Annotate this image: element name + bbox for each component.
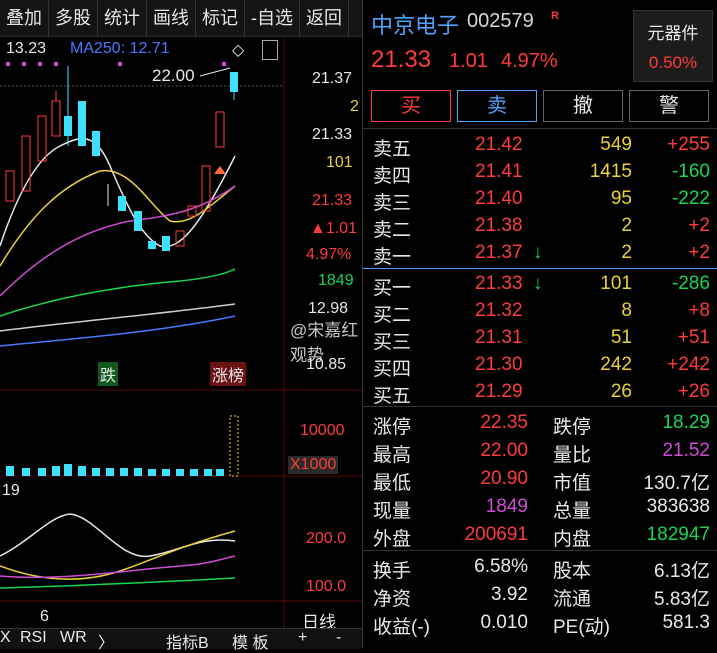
back-button[interactable]: 返回 xyxy=(300,0,349,36)
ask-row-4[interactable]: 卖四 21.41 1415 -160 xyxy=(363,159,717,187)
zoom-in-button[interactable]: + xyxy=(298,629,307,647)
remove-watchlist-button[interactable]: -自选 xyxy=(245,0,300,36)
sell-button[interactable]: 卖 xyxy=(457,90,537,122)
watermark-text: @宋嘉红观势 xyxy=(290,321,359,365)
price-change-pct: 4.97% xyxy=(501,50,558,72)
indicator-line-1 xyxy=(0,513,236,557)
ask-row-5[interactable]: 卖五 21.42 549 +255 xyxy=(363,132,717,160)
limit-up-badge[interactable]: 涨榜 xyxy=(210,362,247,386)
price-change: 1.01 xyxy=(449,50,488,72)
volume-axis-top: 10000 xyxy=(300,422,345,439)
sector-pct: 0.50% xyxy=(648,53,698,72)
alert-button[interactable]: 警 xyxy=(629,90,709,122)
tab-rsi[interactable]: RSI xyxy=(20,629,47,647)
fundamental-row: 净资 3.92 流通 5.83亿 xyxy=(373,584,710,610)
volume-bars xyxy=(6,464,224,476)
indicator-axis-top: 200.0 xyxy=(306,530,347,547)
peak-price-label: 22.00 xyxy=(152,66,195,85)
volume-unit-label: X1000 xyxy=(288,456,339,474)
quote-panel: 中京电子 002579 R 元器件 0.50% 21.33 1.01 4.97%… xyxy=(362,0,717,648)
bid-row-4[interactable]: 买四 21.30 242 +242 xyxy=(363,352,717,380)
zoom-out-button[interactable]: - xyxy=(336,629,341,647)
bid-row-3[interactable]: 买三 21.31 51 +51 xyxy=(363,325,717,353)
axis-price-current: 21.33 xyxy=(312,192,353,209)
axis-bid-vol: 101 xyxy=(326,154,353,171)
fundamental-row: 收益(-) 0.010 PE(动) 581.3 xyxy=(373,612,710,638)
stat-row: 最低 20.90 市值 130.7亿 xyxy=(373,468,710,494)
date-label: 6 xyxy=(40,608,49,625)
axis-change-pct: 4.97% xyxy=(306,246,352,263)
indicator-line-4 xyxy=(0,577,236,589)
axis-current-vol: 1849 xyxy=(318,272,354,289)
ask-row-3[interactable]: 卖三 21.40 95 -222 xyxy=(363,186,717,214)
tab-x[interactable]: X xyxy=(0,629,11,647)
fundamental-row: 换手 6.58% 股本 6.13亿 xyxy=(373,556,710,582)
axis-change: ▲1.01 xyxy=(310,220,357,237)
tab-template[interactable]: 模 板 xyxy=(232,629,268,653)
indicator-line-3 xyxy=(0,555,236,579)
overlay-button[interactable]: 叠加 xyxy=(0,0,49,36)
ma250-line xyxy=(0,315,236,347)
multi-stock-button[interactable]: 多股 xyxy=(49,0,98,36)
axis-ask-vol: 2 xyxy=(350,98,359,115)
axis-bid-price: 21.33 xyxy=(312,126,353,143)
bid-row-1[interactable]: 买一 21.33 ↓ 101 -286 xyxy=(363,271,717,299)
ma20-line xyxy=(0,185,236,297)
draw-line-button[interactable]: 画线 xyxy=(147,0,196,36)
chart-toolbar: 叠加 多股 统计 画线 标记 -自选 返回 xyxy=(0,0,362,37)
stat-row: 外盘 200691 内盘 182947 xyxy=(373,524,710,550)
indicator-left-value: 19 xyxy=(2,482,20,499)
stock-code: 002579 xyxy=(467,10,534,32)
sector-name: 元器件 xyxy=(647,24,699,43)
statistics-button[interactable]: 统计 xyxy=(98,0,147,36)
stat-row: 最高 22.00 量比 21.52 xyxy=(373,440,710,466)
bid-row-5[interactable]: 买五 21.29 26 +26 xyxy=(363,379,717,407)
tab-next[interactable]: 〉 xyxy=(98,629,114,653)
ma250-label: MA250: 12.71 xyxy=(70,40,170,57)
stat-row: 现量 1849 总量 383638 xyxy=(373,496,710,522)
fall-badge[interactable]: 跌 xyxy=(98,362,119,386)
down-arrow-icon: ↓ xyxy=(533,242,543,263)
stat-row: 涨停 22.35 跌停 18.29 xyxy=(373,412,710,438)
diamond-icon[interactable]: ◇ xyxy=(232,40,244,60)
ask-row-2[interactable]: 卖二 21.38 2 +2 xyxy=(363,213,717,241)
stock-name: 中京电子 xyxy=(371,13,460,38)
current-price: 21.33 xyxy=(371,46,432,73)
ask-row-1[interactable]: 卖一 21.37 ↓ 2 +2 xyxy=(363,240,717,268)
panel-toggle-icon[interactable] xyxy=(262,40,278,60)
mark-button[interactable]: 标记 xyxy=(196,0,245,36)
down-arrow-icon: ↓ xyxy=(533,273,543,294)
ma-value-label: 13.23 xyxy=(6,40,47,57)
margin-badge: R xyxy=(551,10,559,22)
indicator-axis-bottom: 100.0 xyxy=(306,578,347,595)
buy-button[interactable]: 买 xyxy=(371,90,451,122)
kline-chart-area[interactable]: 13.23 MA250: 12.71 ◇ 22.00 21.37 2 21.33… xyxy=(0,36,362,652)
cancel-order-button[interactable]: 撤 xyxy=(543,90,623,122)
tab-indicator-b[interactable]: 指标B xyxy=(166,629,209,653)
tab-wr[interactable]: WR xyxy=(60,629,87,647)
axis-ask-price: 21.37 xyxy=(312,70,353,87)
indicator-tab-bar: X RSI WR 〉 指标B 模 板 + - xyxy=(0,628,362,652)
sector-box[interactable]: 元器件 0.50% xyxy=(633,10,713,82)
ma5-line xyxy=(0,137,236,248)
ma120-line xyxy=(0,303,236,332)
bid-row-2[interactable]: 买二 21.32 8 +8 xyxy=(363,298,717,326)
